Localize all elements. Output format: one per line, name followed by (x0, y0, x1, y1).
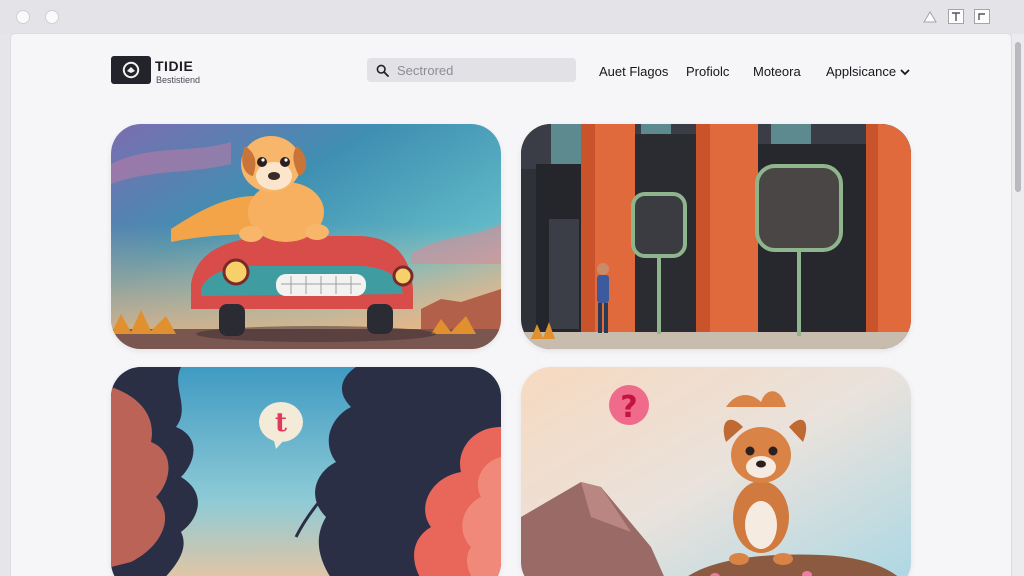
page-scrollbar[interactable] (1012, 34, 1024, 576)
image-card-dog-hill[interactable]: ? (521, 367, 911, 576)
dog-car-illustration (111, 124, 501, 349)
nav-dropdown-label: Applsicance (826, 64, 897, 79)
logo[interactable] (111, 56, 151, 84)
sky-clouds-illustration: t (111, 367, 501, 576)
search-input[interactable] (397, 62, 567, 78)
brand-title: TIDIE (155, 58, 194, 74)
nav-link-profiolc[interactable]: Profiolc (686, 64, 729, 79)
window-dot-close[interactable] (16, 10, 30, 24)
svg-text:?: ? (620, 390, 637, 425)
logo-mark-icon (122, 61, 140, 79)
brand-subtitle: Bestistiend (156, 75, 201, 85)
text-icon[interactable] (948, 9, 964, 24)
bubble-glyph: t (275, 408, 287, 438)
scrollbar-thumb[interactable] (1015, 42, 1021, 192)
image-card-dog-car[interactable] (111, 124, 501, 349)
triangle-icon[interactable] (922, 9, 938, 24)
corner-icon[interactable] (974, 9, 990, 24)
nav-link-moteora[interactable]: Moteora (753, 64, 801, 79)
nav-dropdown-applsicance[interactable]: Applsicance (826, 64, 910, 79)
image-card-building-street[interactable] (521, 124, 911, 349)
chevron-down-icon (900, 68, 910, 75)
browser-chrome-bar (0, 0, 1024, 34)
nav-link-auet-flagos[interactable]: Auet Flagos (599, 64, 668, 79)
window-dot-minimize[interactable] (45, 10, 59, 24)
building-street-illustration (521, 124, 911, 349)
image-card-sky-clouds[interactable]: t (111, 367, 501, 576)
dog-hill-illustration: ? (521, 367, 911, 576)
search-icon (376, 64, 389, 77)
page-container: TIDIE Bestistiend Auet Flagos Profiolc M… (11, 34, 1011, 576)
search-bar[interactable] (367, 58, 576, 82)
